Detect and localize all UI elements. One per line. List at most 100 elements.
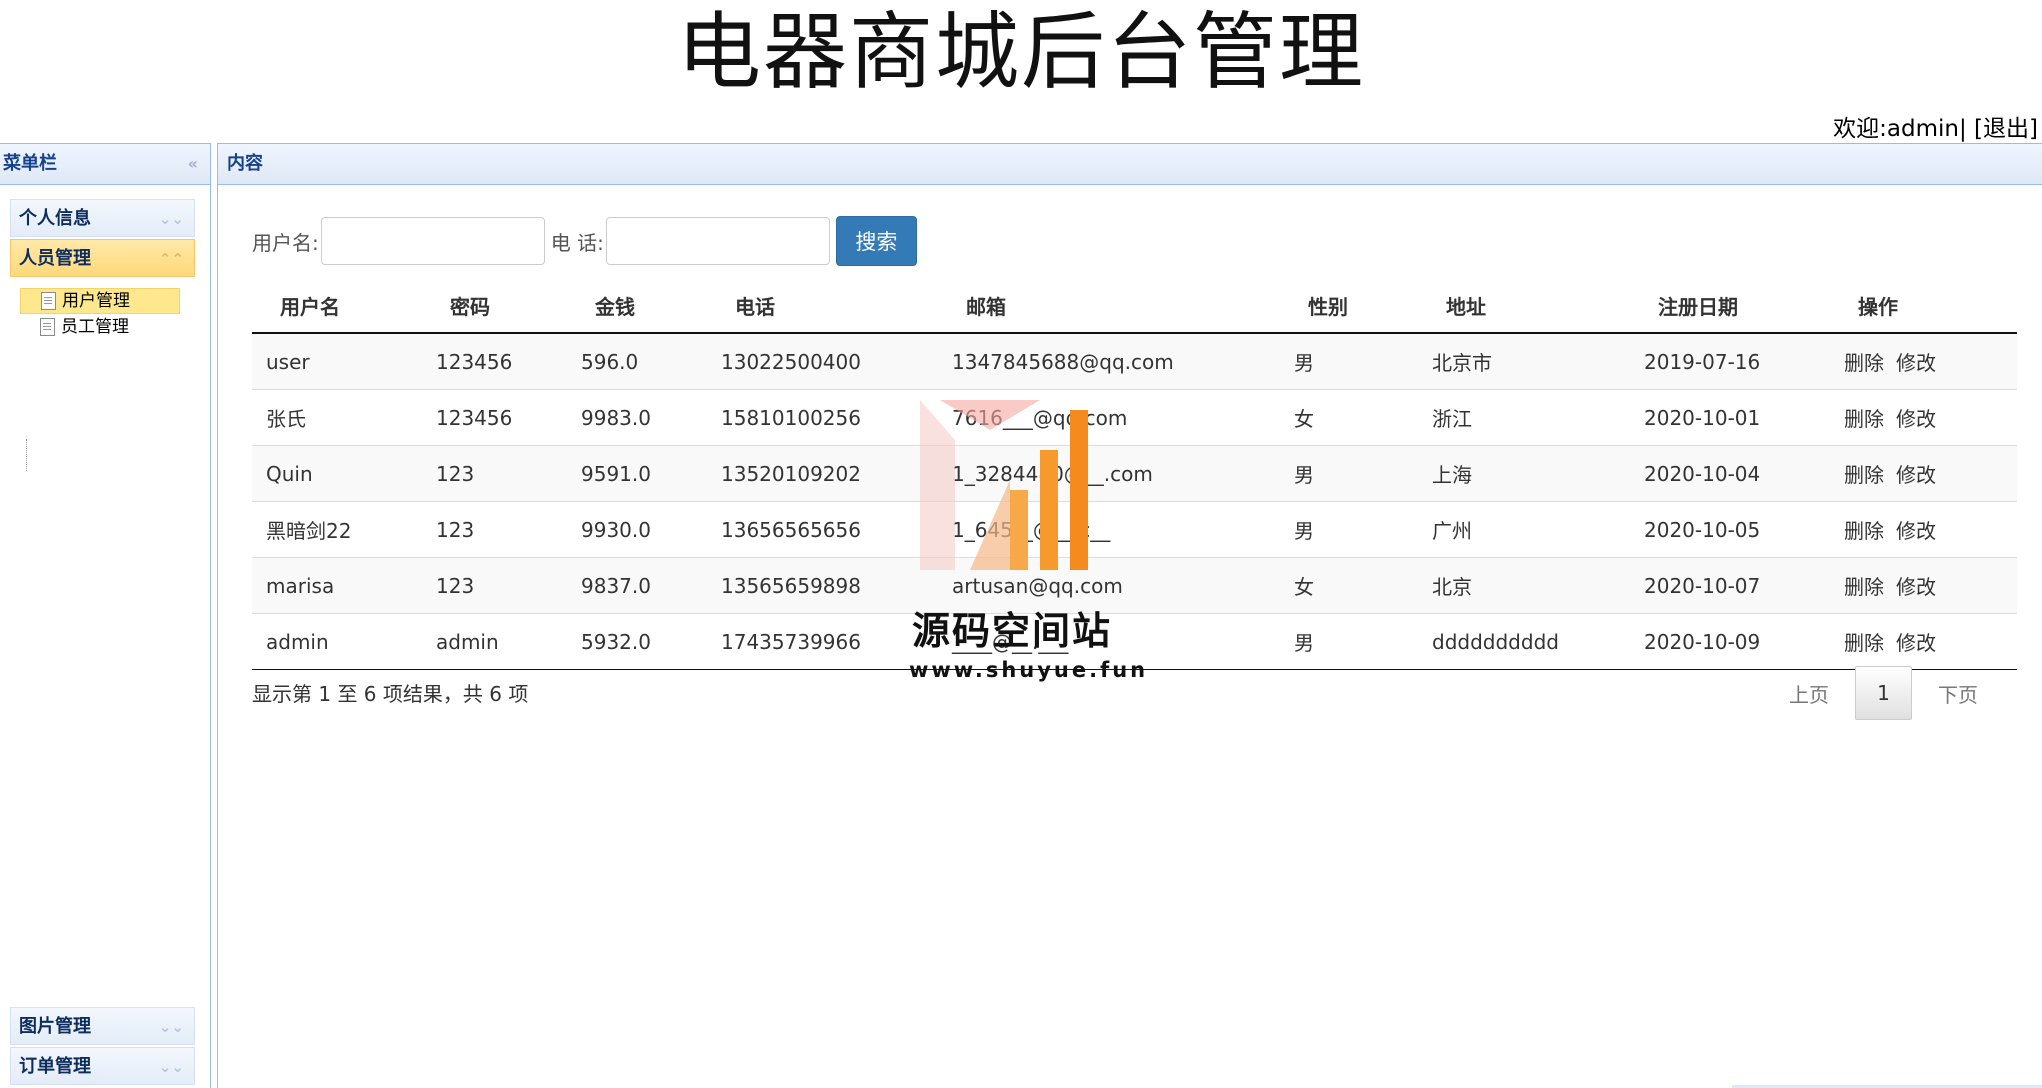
table-cell: 2020-10-09 — [1630, 613, 1830, 670]
table-cell: 2020-10-01 — [1630, 389, 1830, 446]
table-cell: 5932.0 — [567, 613, 707, 670]
row-actions: 删除 修改 — [1830, 389, 2017, 446]
search-bar: 用户名: 电 话: 搜索 — [252, 216, 917, 266]
section-personal-info[interactable]: 个人信息 ⌄⌄ — [10, 199, 195, 237]
section-header[interactable]: 订单管理 ⌄⌄ — [10, 1047, 195, 1085]
section-image-management[interactable]: 图片管理 ⌄⌄ — [10, 1007, 195, 1045]
table-cell: 9930.0 — [567, 501, 707, 558]
table-cell: 13565659898 — [707, 557, 938, 614]
table-cell: user — [252, 332, 422, 390]
table-cell: admin — [422, 613, 567, 670]
delete-link[interactable]: 删除 — [1844, 463, 1884, 487]
username-label: 用户名: — [252, 230, 319, 255]
row-actions: 删除 修改 — [1830, 501, 2017, 558]
sidebar-item-label: 用户管理 — [62, 291, 130, 311]
document-icon — [40, 318, 55, 336]
table-cell: 2019-07-16 — [1630, 332, 1830, 390]
delete-link[interactable]: 删除 — [1844, 631, 1884, 655]
table-cell: 596.0 — [567, 332, 707, 390]
table-cell: 北京市 — [1418, 332, 1630, 390]
page-button-current[interactable]: 1 — [1855, 666, 1912, 720]
user-bar: 欢迎:admin| [退出] — [1833, 114, 2038, 144]
logout-link[interactable]: [退出] — [1974, 116, 2038, 142]
table-cell: 1_645__@__.c__ — [938, 501, 1280, 558]
next-page-button[interactable]: 下页 — [1912, 679, 2004, 708]
column-header[interactable]: 性别 — [1280, 278, 1418, 334]
row-actions: 删除 修改 — [1830, 613, 2017, 670]
section-label: 订单管理 — [19, 1056, 91, 1077]
edit-link[interactable]: 修改 — [1896, 575, 1936, 599]
table-cell: 女 — [1280, 557, 1418, 614]
column-header[interactable]: 金钱 — [567, 278, 707, 334]
section-staff-management[interactable]: 人员管理 ⌃⌃ — [10, 239, 195, 277]
row-actions: 删除 修改 — [1830, 557, 2017, 614]
phone-input[interactable] — [605, 217, 830, 265]
prev-page-button[interactable]: 上页 — [1763, 679, 1855, 708]
watermark-text: 源码空间站 — [912, 609, 1113, 653]
column-header[interactable]: 密码 — [422, 278, 567, 334]
table-cell: 13656565656 — [707, 501, 938, 558]
section-label: 人员管理 — [19, 248, 91, 269]
table-cell: marisa — [252, 557, 422, 614]
table-cell: 123 — [422, 557, 567, 614]
table-cell: 男 — [1280, 445, 1418, 502]
sidebar-item-label: 员工管理 — [61, 317, 129, 337]
row-actions: 删除 修改 — [1830, 332, 2017, 390]
table-cell: admin — [252, 613, 422, 670]
table-cell: 男 — [1280, 332, 1418, 390]
user-table: 用户名 密码 金钱 电话 邮箱 性别 地址 注册日期 操作 user 123456… — [252, 278, 2017, 670]
chevron-up-icon: ⌃⌃ — [158, 250, 184, 268]
search-button[interactable]: 搜索 — [835, 216, 917, 266]
sidebar-header: 菜单栏 « — [0, 144, 210, 185]
section-order-management[interactable]: 订单管理 ⌄⌄ — [10, 1047, 195, 1085]
table-cell: 广州 — [1418, 501, 1630, 558]
table-cell: 13022500400 — [707, 332, 938, 390]
pagination: 上页 1 下页 — [1763, 666, 2004, 720]
section-header[interactable]: 人员管理 ⌃⌃ — [10, 239, 195, 277]
column-header[interactable]: 地址 — [1418, 278, 1630, 334]
sidebar-item-user-management[interactable]: 用户管理 — [20, 288, 180, 314]
column-header[interactable]: 电话 — [707, 278, 938, 334]
username-input[interactable] — [320, 217, 545, 265]
table-cell: 15810100256 — [707, 389, 938, 446]
column-header[interactable]: 用户名 — [252, 278, 422, 334]
table-row: 黑暗剑22 123 9930.0 13656565656 1_645__@__.c__ 男… — [252, 501, 2017, 558]
table-cell: 北京 — [1418, 557, 1630, 614]
tree: 用户管理 员工管理 — [20, 288, 180, 340]
section-header[interactable]: 图片管理 ⌄⌄ — [10, 1007, 195, 1045]
phone-label: 电 话: — [550, 230, 604, 255]
table-header-row: 用户名 密码 金钱 电话 邮箱 性别 地址 注册日期 操作 — [252, 278, 2017, 334]
table-cell: 张氏 — [252, 389, 422, 446]
table-cell: 7616___@qq.com — [938, 389, 1280, 446]
edit-link[interactable]: 修改 — [1896, 407, 1936, 431]
table-info: 显示第 1 至 6 项结果，共 6 项 — [252, 682, 529, 706]
content-panel: 内容 用户名: 电 话: 搜索 用户名 密码 金钱 电话 邮箱 性别 地址 注册… — [217, 143, 2042, 1088]
collapse-icon[interactable]: « — [188, 144, 198, 184]
edit-link[interactable]: 修改 — [1896, 463, 1936, 487]
column-header[interactable]: 注册日期 — [1630, 278, 1830, 334]
delete-link[interactable]: 删除 — [1844, 575, 1884, 599]
sidebar-item-employee-management[interactable]: 员工管理 — [20, 314, 180, 340]
watermark-url: www.shuyue.fun — [909, 658, 1149, 682]
table-cell: 2020-10-05 — [1630, 501, 1830, 558]
table-cell: dddddddddd — [1418, 613, 1630, 670]
edit-link[interactable]: 修改 — [1896, 351, 1936, 375]
table-cell: Quin — [252, 445, 422, 502]
edit-link[interactable]: 修改 — [1896, 519, 1936, 543]
section-label: 图片管理 — [19, 1016, 91, 1037]
table-cell: 9591.0 — [567, 445, 707, 502]
section-header[interactable]: 个人信息 ⌄⌄ — [10, 199, 195, 237]
table-cell: 13520109202 — [707, 445, 938, 502]
sidebar-title: 菜单栏 — [3, 153, 57, 174]
table-row: user 123456 596.0 13022500400 1347845688@qq.… — [252, 332, 2017, 390]
table-row: 张氏 123456 9983.0 15810100256 7616___@qq.com 女… — [252, 389, 2017, 446]
delete-link[interactable]: 删除 — [1844, 407, 1884, 431]
delete-link[interactable]: 删除 — [1844, 351, 1884, 375]
column-header[interactable]: 邮箱 — [938, 278, 1280, 334]
table-cell: 17435739966 — [707, 613, 938, 670]
header: 电器商城后台管理 欢迎:admin| [退出] — [0, 0, 2042, 143]
table-cell: 男 — [1280, 501, 1418, 558]
delete-link[interactable]: 删除 — [1844, 519, 1884, 543]
edit-link[interactable]: 修改 — [1896, 631, 1936, 655]
table-row: marisa 123 9837.0 13565659898 artusan@qq.com… — [252, 557, 2017, 614]
